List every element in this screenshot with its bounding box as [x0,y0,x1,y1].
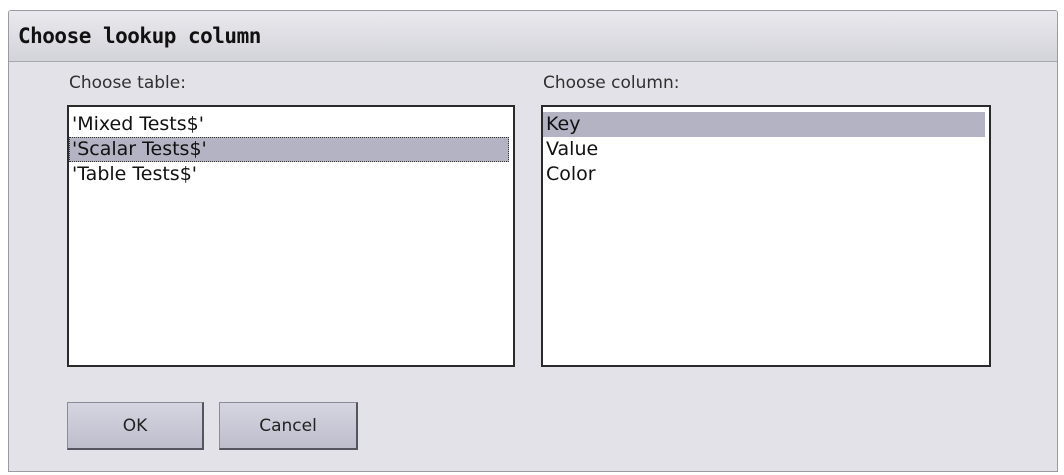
dialog-title-bar[interactable]: Choose lookup column [9,11,1057,62]
table-list-item-mixed-tests[interactable]: 'Mixed Tests$' [69,112,509,137]
choose-lookup-column-dialog: Choose lookup column Choose table: 'Mixe… [8,10,1058,472]
column-list-item-key[interactable]: Key [543,112,985,137]
table-list-item-scalar-tests[interactable]: 'Scalar Tests$' [69,137,509,162]
dialog-title: Choose lookup column [18,24,261,48]
column-list-item-color[interactable]: Color [543,162,985,187]
choose-table-label: Choose table: [69,73,186,93]
table-list-item-table-tests[interactable]: 'Table Tests$' [69,162,509,187]
choose-column-label: Choose column: [543,73,680,93]
column-listbox[interactable]: Key Value Color [541,105,991,367]
column-list-item-value[interactable]: Value [543,137,985,162]
ok-button[interactable]: OK [67,402,204,450]
table-listbox[interactable]: 'Mixed Tests$' 'Scalar Tests$' 'Table Te… [67,105,515,367]
cancel-button[interactable]: Cancel [219,402,358,450]
